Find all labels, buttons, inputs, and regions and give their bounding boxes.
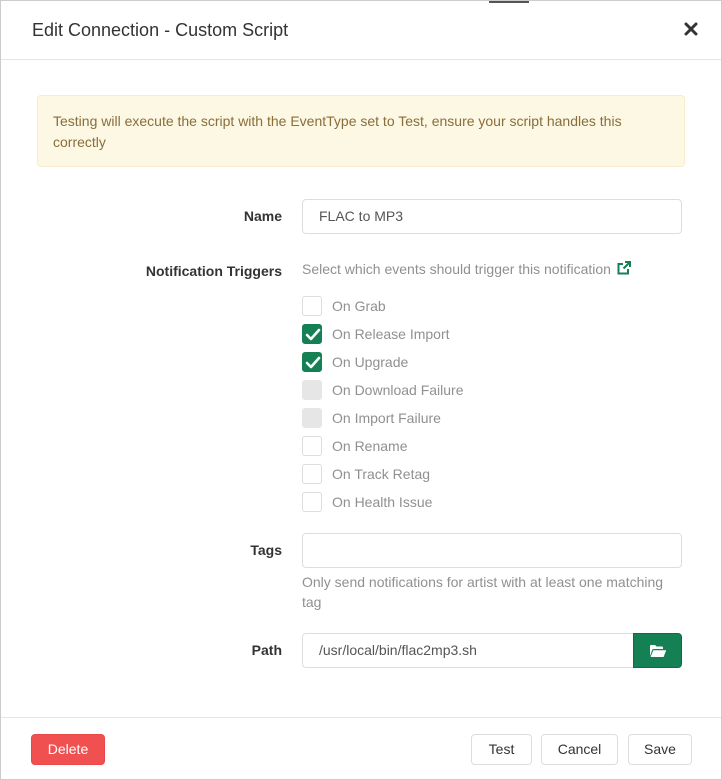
close-button[interactable] [680,18,702,40]
checkbox [302,380,322,400]
check-icon [305,356,321,369]
trigger-on-track-retag[interactable]: On Track Retag [302,462,682,490]
checkbox[interactable] [302,492,322,512]
trigger-label: On Download Failure [332,382,464,398]
checkbox[interactable] [302,464,322,484]
name-input[interactable]: FLAC to MP3 [302,199,682,234]
modal-footer: Delete Test Cancel Save [1,717,721,780]
trigger-on-import-failure: On Import Failure [302,406,682,434]
cancel-button[interactable]: Cancel [541,734,618,765]
check-icon [305,328,321,341]
notification-triggers-help: Select which events should trigger this … [302,259,632,281]
tags-input[interactable] [302,533,682,568]
checkbox[interactable] [302,296,322,316]
tags-label: Tags [250,542,282,558]
trigger-on-release-import[interactable]: On Release Import [302,322,682,350]
close-icon [684,22,698,36]
trigger-on-grab[interactable]: On Grab [302,294,682,322]
trigger-label: On Grab [332,298,386,314]
notification-triggers-label: Notification Triggers [145,263,282,279]
checkbox[interactable] [302,352,322,372]
trigger-label: On Track Retag [332,466,431,482]
test-button[interactable]: Test [471,734,532,765]
trigger-label: On Import Failure [332,410,441,426]
trigger-label: On Rename [332,438,408,454]
checkbox[interactable] [302,324,322,344]
path-input-value: /usr/local/bin/flac2mp3.sh [319,642,477,658]
trigger-on-health-issue[interactable]: On Health Issue [302,490,682,518]
name-input-value: FLAC to MP3 [319,208,404,224]
tags-help: Only send notifications for artist with … [302,574,664,610]
trigger-list: On Grab On Release Import On Upgrade On … [302,294,682,518]
browse-folder-button[interactable] [633,633,682,668]
path-label: Path [251,642,282,658]
modal-title: Edit Connection - Custom Script [32,20,289,40]
folder-open-icon [650,645,667,657]
name-label: Name [243,208,282,224]
path-input[interactable]: /usr/local/bin/flac2mp3.sh [302,633,634,668]
test-warning-alert: Testing will execute the script with the… [37,95,685,167]
edit-connection-modal: Edit Connection - Custom Script Testing … [0,0,722,780]
trigger-on-upgrade[interactable]: On Upgrade [302,350,682,378]
trigger-label: On Release Import [332,326,450,342]
checkbox [302,408,322,428]
delete-button[interactable]: Delete [31,734,105,765]
trigger-on-rename[interactable]: On Rename [302,434,682,462]
trigger-label: On Health Issue [332,494,433,510]
external-link-icon[interactable] [616,260,632,281]
trigger-on-download-failure: On Download Failure [302,378,682,406]
modal-header: Edit Connection - Custom Script [1,1,721,60]
triggers-help-text: Select which events should trigger this … [302,261,611,277]
checkbox[interactable] [302,436,322,456]
save-button[interactable]: Save [628,734,692,765]
trigger-label: On Upgrade [332,354,409,370]
alert-text: Testing will execute the script with the… [53,113,622,150]
